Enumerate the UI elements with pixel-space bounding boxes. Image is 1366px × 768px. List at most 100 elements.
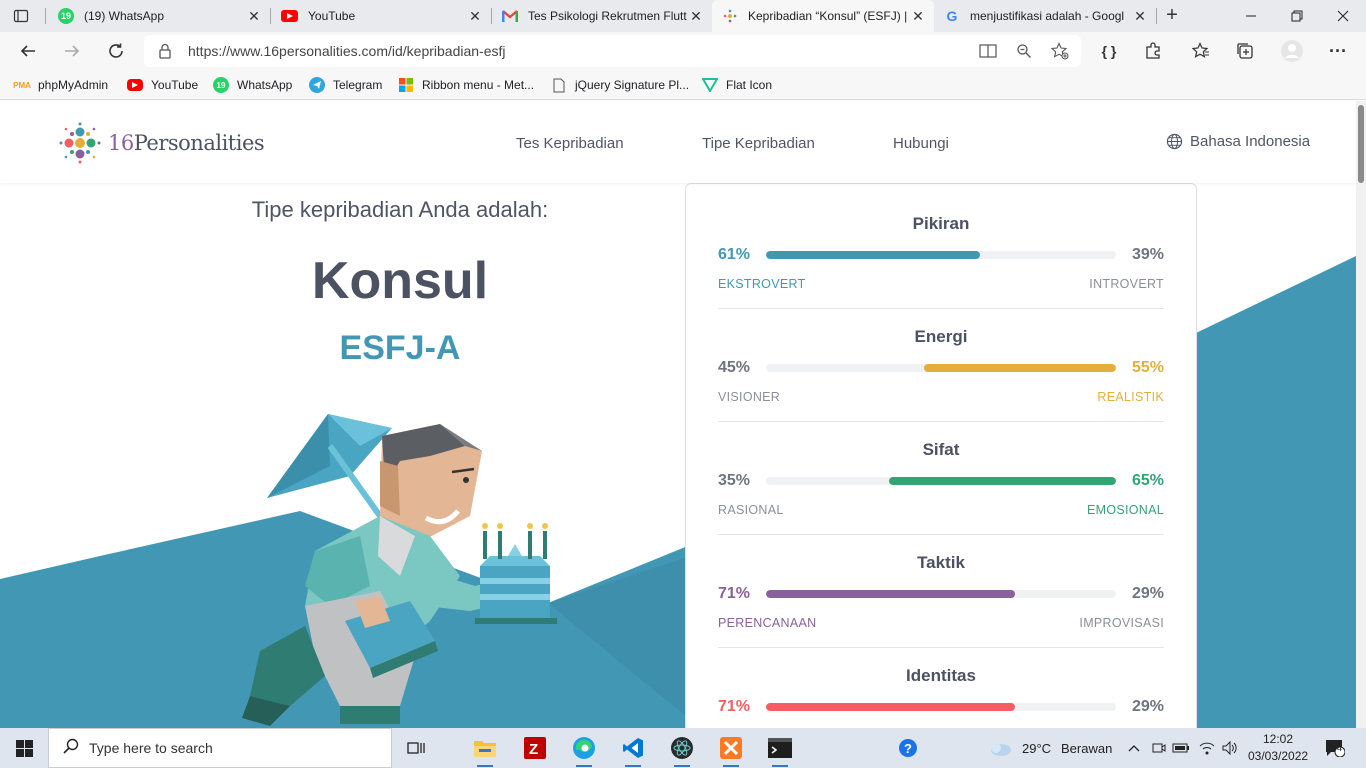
nav-personality-types[interactable]: Tipe Kepribadian xyxy=(702,135,815,152)
trait-right-label: IMPROVISASI xyxy=(1079,616,1164,630)
collections-icon[interactable] xyxy=(1231,37,1259,65)
bookmark-label: WhatsApp xyxy=(237,78,293,92)
lock-icon[interactable] xyxy=(158,43,172,64)
minimize-button[interactable] xyxy=(1228,0,1274,32)
trait-bar-fill xyxy=(766,703,1015,711)
extensions-icon[interactable] xyxy=(1139,37,1167,65)
bookmark-ribbon-menu[interactable]: Ribbon menu - Met... xyxy=(398,76,534,94)
search-placeholder: Type here to search xyxy=(89,740,213,756)
more-menu-icon[interactable]: ··· xyxy=(1324,37,1352,65)
new-tab-button[interactable]: + xyxy=(1160,4,1184,28)
trait-bar-fill xyxy=(888,477,1116,485)
refresh-button[interactable] xyxy=(102,37,130,65)
add-favorite-icon[interactable] xyxy=(1050,41,1070,61)
windows-taskbar: Type here to search Z ? 29°C Berawan 12:… xyxy=(0,728,1366,768)
close-icon[interactable]: ✕ xyxy=(688,8,704,24)
profile-avatar[interactable] xyxy=(1278,37,1306,65)
zoom-icon[interactable] xyxy=(1014,41,1034,61)
start-button[interactable] xyxy=(0,728,48,768)
battery-icon[interactable] xyxy=(1170,732,1192,764)
page-scrollbar[interactable] xyxy=(1356,101,1366,728)
volume-icon[interactable] xyxy=(1219,732,1241,764)
whatsapp-icon: 19 xyxy=(213,77,229,93)
weather-condition[interactable]: Berawan xyxy=(1061,741,1112,756)
tab-actions-icon[interactable] xyxy=(8,5,34,27)
trait-bar xyxy=(766,703,1116,711)
tab-whatsapp[interactable]: 19 (19) WhatsApp ✕ xyxy=(48,0,270,32)
edge-icon[interactable] xyxy=(564,732,604,767)
scrollbar-thumb[interactable] xyxy=(1358,105,1364,183)
bookmark-label: jQuery Signature Pl... xyxy=(575,78,690,92)
tab-gmail[interactable]: Tes Psikologi Rekrutmen Flutt ✕ xyxy=(492,0,712,32)
notification-count: 4 xyxy=(1337,743,1343,753)
trait-left-percent: 35% xyxy=(718,472,751,489)
bookmark-phpmyadmin[interactable]: PMA phpMyAdmin xyxy=(13,76,108,94)
traits-card: Pikiran 61% 39% EKSTROVERT INTROVERT Ene… xyxy=(685,183,1197,728)
nav-personality-test[interactable]: Tes Kepribadian xyxy=(516,135,624,152)
bookmark-jquery-signature[interactable]: jQuery Signature Pl... xyxy=(551,76,689,94)
reader-mode-icon[interactable] xyxy=(978,41,998,61)
weather-icon[interactable] xyxy=(982,732,1018,764)
close-icon[interactable]: ✕ xyxy=(246,8,262,24)
language-selector[interactable]: Bahasa Indonesia xyxy=(1166,133,1310,150)
close-window-button[interactable] xyxy=(1320,0,1366,32)
forward-button[interactable] xyxy=(58,37,86,65)
trait-right-label: EMOSIONAL xyxy=(1086,503,1164,517)
atom-icon[interactable] xyxy=(662,732,702,767)
taskbar-search[interactable]: Type here to search xyxy=(48,728,392,768)
bookmark-flat-icon[interactable]: Flat Icon xyxy=(702,76,772,94)
whatsapp-icon: 19 xyxy=(58,8,74,24)
16personalities-logo-icon xyxy=(59,122,101,164)
telegram-icon xyxy=(309,77,325,93)
trait-tactics: Taktik 71% 29% PERENCANAAN IMPROVISASI xyxy=(718,523,1164,648)
close-icon[interactable]: ✕ xyxy=(910,8,926,24)
tab-16personalities[interactable]: Kepribadian “Konsul” (ESFJ) | ✕ xyxy=(712,0,934,32)
xampp-icon[interactable] xyxy=(711,732,751,767)
back-button[interactable] xyxy=(14,37,42,65)
url-text[interactable]: https://www.16personalities.com/id/kepri… xyxy=(188,43,506,59)
address-bar[interactable]: https://www.16personalities.com/id/kepri… xyxy=(144,35,1081,67)
wifi-icon[interactable] xyxy=(1196,732,1218,764)
bookmark-youtube[interactable]: YouTube xyxy=(127,76,198,94)
trait-left-percent: 61% xyxy=(718,246,751,263)
bookmark-label: Flat Icon xyxy=(726,78,773,92)
tab-google[interactable]: G menjustifikasi adalah - Googl ✕ xyxy=(934,0,1156,32)
youtube-icon xyxy=(127,79,143,91)
trait-bar-fill xyxy=(766,590,1015,598)
file-explorer-icon[interactable] xyxy=(465,732,505,767)
notification-center-icon[interactable]: 4 xyxy=(1320,732,1350,764)
restore-button[interactable] xyxy=(1274,0,1320,32)
chevron-up-icon[interactable] xyxy=(1124,732,1144,764)
close-icon[interactable]: ✕ xyxy=(467,8,483,24)
nav-contact[interactable]: Hubungi xyxy=(893,135,949,152)
weather-temperature[interactable]: 29°C xyxy=(1022,741,1051,756)
trait-title: Energi xyxy=(914,327,968,346)
trait-right-percent: 39% xyxy=(1131,246,1164,263)
trait-mind: Pikiran 61% 39% EKSTROVERT INTROVERT xyxy=(718,184,1164,309)
system-clock[interactable]: 12:02 03/03/2022 xyxy=(1248,731,1308,765)
filezilla-icon[interactable]: Z xyxy=(515,732,555,764)
bookmark-whatsapp[interactable]: 19 WhatsApp xyxy=(213,76,292,94)
windows-icon xyxy=(15,739,33,757)
devtools-icon[interactable]: { } xyxy=(1095,37,1123,65)
trait-title: Sifat xyxy=(922,440,960,459)
task-view-icon[interactable] xyxy=(396,732,436,764)
close-icon[interactable]: ✕ xyxy=(1132,8,1148,24)
page-icon xyxy=(551,77,567,93)
bookmark-telegram[interactable]: Telegram xyxy=(309,76,382,94)
result-intro: Tipe kepribadian Anda adalah: xyxy=(251,197,549,222)
site-logo[interactable]: 16Personalities xyxy=(58,121,265,165)
flaticon-icon xyxy=(702,77,718,93)
trait-bar xyxy=(766,251,1116,259)
terminal-icon[interactable] xyxy=(760,732,800,767)
vscode-icon[interactable] xyxy=(613,732,653,767)
tab-youtube[interactable]: YouTube ✕ xyxy=(271,0,491,32)
trait-left-percent: 71% xyxy=(718,698,751,715)
favorites-icon[interactable] xyxy=(1187,37,1215,65)
browser-toolbar: https://www.16personalities.com/id/kepri… xyxy=(0,32,1366,70)
tab-title: Tes Psikologi Rekrutmen Flutt xyxy=(528,9,687,23)
help-icon[interactable]: ? xyxy=(888,732,928,764)
meet-now-icon[interactable] xyxy=(1148,732,1170,764)
trait-bar xyxy=(766,590,1116,598)
trait-left-label: EKSTROVERT xyxy=(718,277,806,291)
